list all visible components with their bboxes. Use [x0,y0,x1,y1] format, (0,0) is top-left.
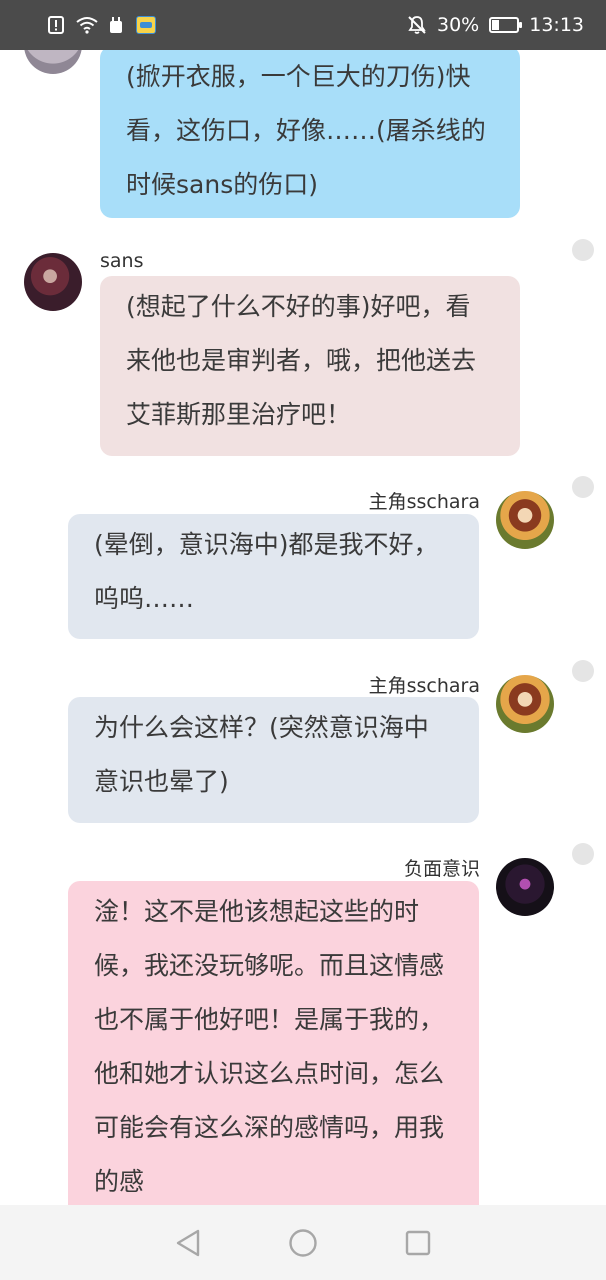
message-status-dot [572,476,594,498]
status-bar: 30% 13:13 [0,0,606,50]
message-bubble[interactable]: (掀开衣服，一个巨大的刀伤)快看，这伤口，好像……(屠杀线的时候sans的伤口) [100,50,520,218]
data-icon [106,15,126,35]
status-bar-left [46,15,156,35]
message-bubble[interactable]: 淦！这不是他该想起这些的时候，我还没玩够呢。而且这情感也不属于他好吧！是属于我的… [68,881,479,1205]
avatar-sschara[interactable] [496,675,554,733]
wifi-icon [76,15,98,35]
status-bar-right: 30% 13:13 [407,14,584,36]
message-bubble[interactable]: 为什么会这样？(突然意识海中意识也晕了) [68,697,479,823]
navigation-bar [0,1205,606,1280]
message-status-dot [572,843,594,865]
back-triangle-icon [176,1229,199,1256]
home-circle-icon [289,1228,317,1257]
message-status-dot [572,660,594,682]
sender-name: sans [100,250,144,272]
sender-name: 主角sschara [368,491,480,513]
recents-square-icon [406,1230,431,1255]
sender-name: 主角sschara [368,675,480,697]
message-status-dot [572,239,594,261]
recents-button[interactable] [398,1223,438,1263]
chat-area[interactable]: (掀开衣服，一个巨大的刀伤)快看，这伤口，好像……(屠杀线的时候sans的伤口)… [0,50,606,1205]
avatar-sans[interactable] [24,253,82,311]
sender-name: 负面意识 [403,858,480,880]
message-bubble[interactable]: (晕倒，意识海中)都是我不好，呜呜…… [68,514,479,639]
battery-icon [489,17,523,33]
clock: 13:13 [529,14,584,36]
mute-icon [407,15,427,35]
back-button[interactable] [168,1223,208,1263]
home-button[interactable] [283,1223,323,1263]
battery-percent: 30% [437,14,480,36]
app-notification-icon [136,16,156,34]
avatar-sschara[interactable] [496,491,554,549]
avatar[interactable] [24,50,82,74]
avatar-negative[interactable] [496,858,554,916]
message-bubble[interactable]: (想起了什么不好的事)好吧，看来他也是审判者，哦，把他送去艾菲斯那里治疗吧！ [100,276,520,456]
battery-fill [492,20,500,30]
alert-icon [46,15,66,35]
